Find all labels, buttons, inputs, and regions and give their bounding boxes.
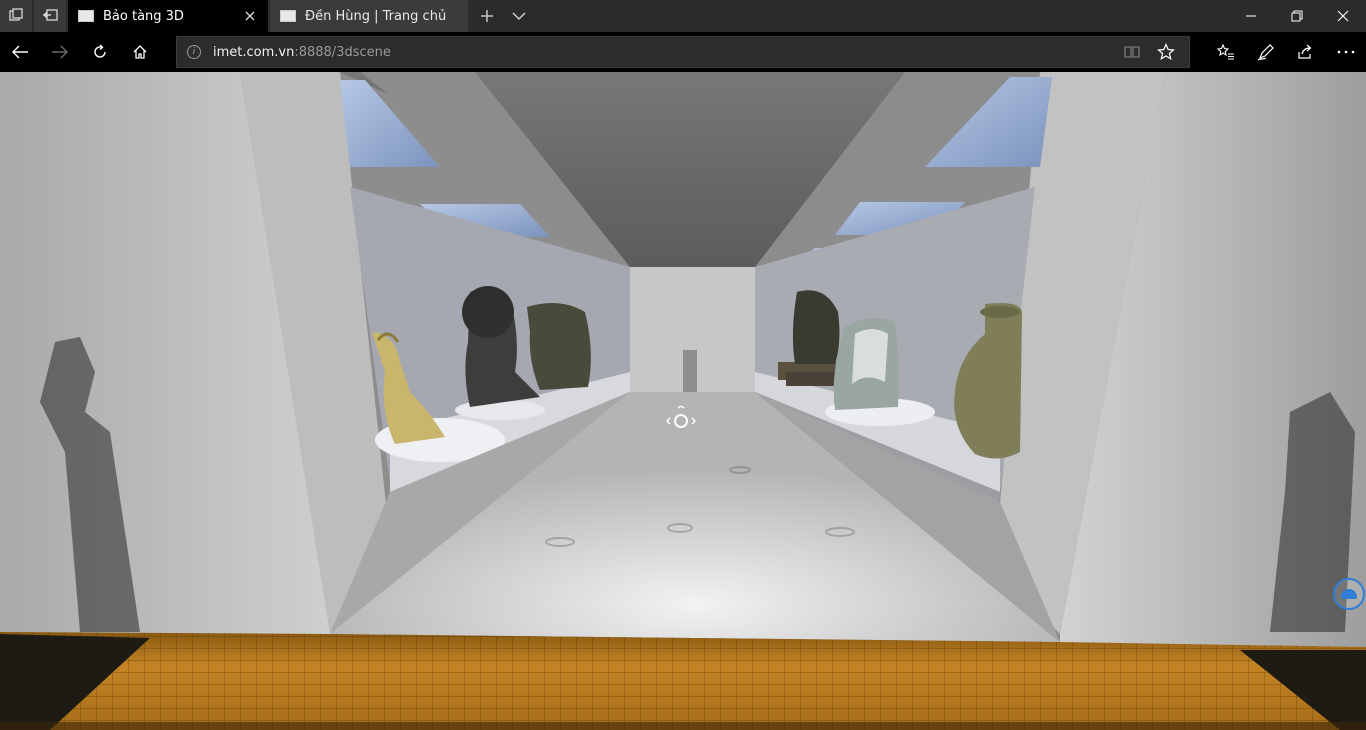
close-tab-button[interactable] (242, 8, 258, 24)
address-bar[interactable]: i imet.com.vn:8888/3dscene (176, 36, 1190, 68)
star-icon (1157, 43, 1175, 61)
tab-preview-button[interactable] (0, 0, 32, 32)
map-toggle-button[interactable] (1333, 578, 1365, 610)
reading-view-icon (1124, 46, 1140, 58)
tab-label: Đền Hùng | Trang chủ (305, 8, 447, 24)
tab-bao-tang-3d[interactable]: Bảo tàng 3D (68, 0, 268, 32)
tab-strip: Bảo tàng 3D Đền Hùng | Trang chủ (0, 0, 1366, 32)
url-host: imet.com.vn (213, 44, 295, 60)
favorites-hub-button[interactable] (1206, 32, 1246, 72)
restore-button[interactable] (1274, 0, 1320, 32)
set-aside-tabs-icon (42, 7, 58, 26)
share-icon (1298, 44, 1312, 59)
pen-icon (1257, 44, 1274, 61)
navigation-cursor-icon (664, 406, 704, 436)
museum-3d-viewport[interactable] (0, 72, 1366, 730)
refresh-button[interactable] (80, 32, 120, 72)
more-button[interactable] (1326, 32, 1366, 72)
new-tab-button[interactable] (470, 0, 504, 32)
set-aside-tabs-button[interactable] (34, 0, 66, 32)
browser-toolbar: i imet.com.vn:8888/3dscene (0, 32, 1366, 72)
home-button[interactable] (120, 32, 160, 72)
tab-den-hung[interactable]: Đền Hùng | Trang chủ (270, 0, 468, 32)
arrow-left-icon (12, 45, 28, 59)
map-icon (1341, 589, 1357, 599)
home-icon (133, 45, 147, 59)
favorite-button[interactable] (1149, 43, 1183, 61)
tab-label: Bảo tàng 3D (103, 8, 184, 24)
url-path: :8888/3dscene (294, 44, 391, 60)
share-button[interactable] (1286, 32, 1326, 72)
back-button[interactable] (0, 32, 40, 72)
close-icon (245, 11, 255, 21)
favorites-list-icon (1217, 44, 1234, 60)
refresh-icon (94, 44, 106, 58)
plus-icon (481, 10, 493, 22)
chevron-down-icon (512, 12, 526, 20)
info-icon[interactable]: i (187, 45, 201, 59)
minimize-icon (1246, 15, 1256, 17)
reading-view-button[interactable] (1115, 45, 1149, 59)
page-favicon (280, 10, 296, 22)
close-window-button[interactable] (1320, 0, 1366, 32)
arrow-right-icon (52, 45, 68, 59)
tab-list-button[interactable] (504, 0, 534, 32)
forward-button[interactable] (40, 32, 80, 72)
page-favicon (78, 10, 94, 22)
minimize-button[interactable] (1228, 0, 1274, 32)
web-notes-button[interactable] (1246, 32, 1286, 72)
more-icon (1337, 50, 1355, 54)
museum-corridor-render (0, 72, 1366, 730)
restore-icon (1291, 10, 1303, 22)
tab-preview-icon (9, 7, 23, 26)
close-icon (1337, 10, 1349, 22)
